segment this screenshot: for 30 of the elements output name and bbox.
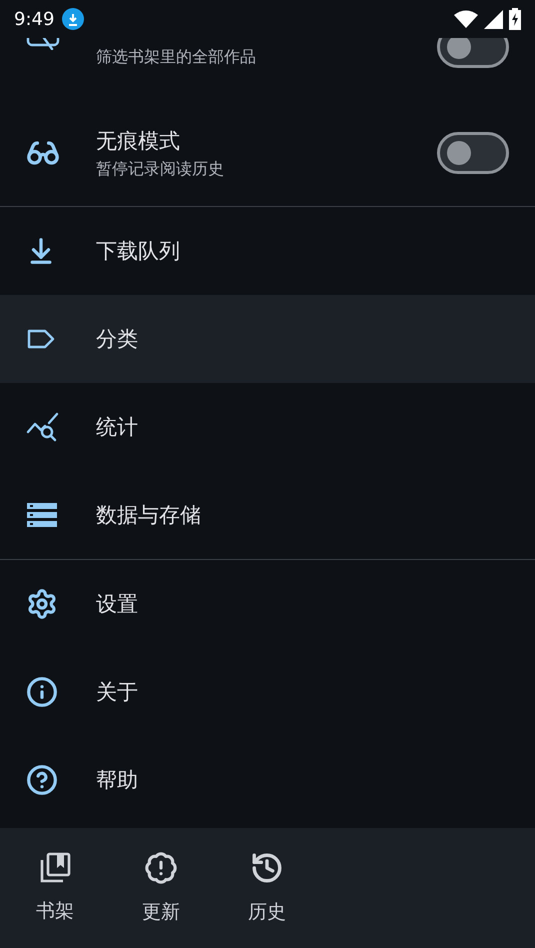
filter-icon	[26, 38, 60, 50]
alert-badge-icon	[144, 851, 178, 885]
storage-icon	[26, 502, 58, 528]
help-icon	[26, 764, 58, 796]
battery-icon	[509, 8, 521, 30]
menu-item[interactable]: 分类	[0, 295, 535, 383]
library-icon	[39, 852, 71, 884]
settings-icon	[26, 588, 58, 620]
status-time: 9:49	[14, 8, 54, 30]
label-icon	[26, 328, 56, 350]
wifi-icon	[454, 10, 478, 28]
nav-tab[interactable]: 更新	[108, 828, 214, 948]
history-icon	[250, 851, 284, 885]
toggle-switch[interactable]	[437, 132, 509, 174]
menu-item[interactable]: 数据与存储	[0, 471, 535, 559]
menu-item[interactable]: 帮助	[0, 736, 535, 824]
nav-tab[interactable]: 书架	[2, 828, 108, 948]
menu-item-title: 无痕模式	[96, 128, 181, 154]
signal-icon	[484, 10, 503, 28]
menu-item[interactable]: 统计	[0, 383, 535, 471]
menu-item-subtitle: 筛选书架里的全部作品	[96, 47, 257, 68]
menu-item[interactable]: 下载队列	[0, 207, 535, 295]
menu-item[interactable]: 设置	[0, 560, 535, 648]
nav-tab[interactable]: 历史	[214, 828, 320, 948]
menu-item-subtitle: 暂停记录阅读历史	[96, 158, 225, 180]
download-notification-icon	[62, 8, 84, 30]
menu-item[interactable]: 关于	[0, 648, 535, 736]
chart-search-icon	[26, 412, 60, 442]
info-icon	[26, 676, 58, 708]
toggle-switch[interactable]	[437, 38, 509, 68]
